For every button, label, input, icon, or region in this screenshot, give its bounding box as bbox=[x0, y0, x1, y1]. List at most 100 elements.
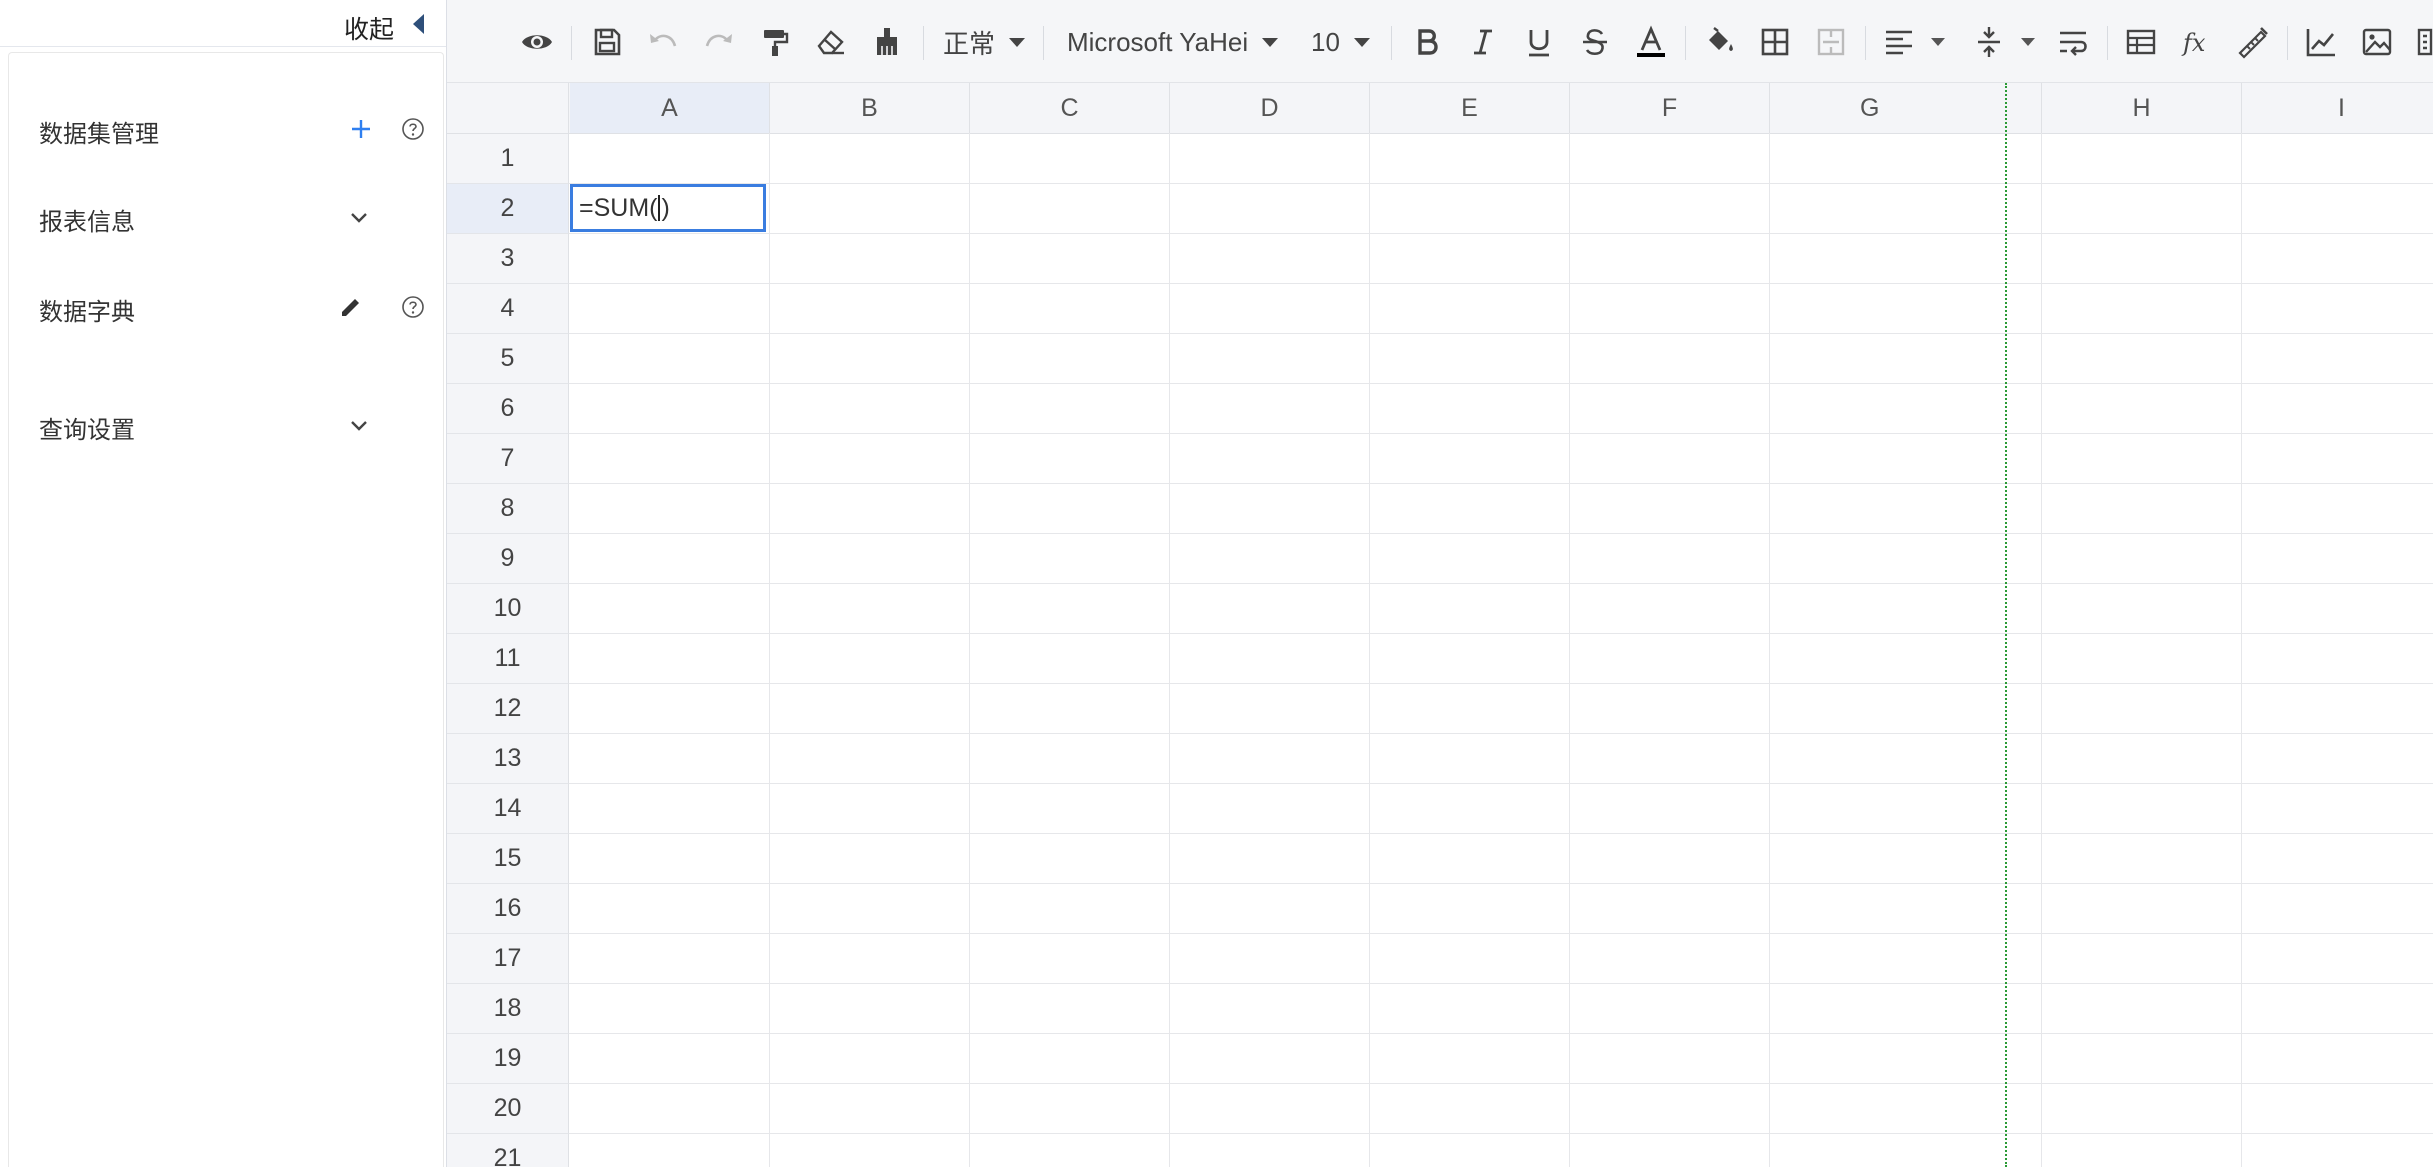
help-icon[interactable] bbox=[399, 293, 427, 321]
chevron-down-icon[interactable] bbox=[345, 411, 373, 439]
bold-button[interactable] bbox=[1405, 20, 1449, 64]
design-tool-button[interactable] bbox=[2231, 20, 2275, 64]
font-color-button[interactable] bbox=[1629, 20, 1673, 64]
row-header-12[interactable]: 12 bbox=[447, 684, 569, 734]
collapse-bar[interactable]: 收起 bbox=[0, 0, 446, 47]
plus-icon[interactable] bbox=[347, 115, 375, 143]
column-gridline bbox=[1769, 133, 1770, 1167]
row-gridline bbox=[569, 933, 2433, 934]
barcode-button[interactable] bbox=[2411, 20, 2433, 64]
sidebar-item-query-settings[interactable]: 查询设置 bbox=[9, 395, 443, 455]
sidebar-item-dataset-management[interactable]: 数据集管理 bbox=[9, 99, 443, 159]
insert-image-button[interactable] bbox=[2355, 20, 2399, 64]
toolbar-separator bbox=[2107, 26, 2108, 60]
column-header-i[interactable]: I bbox=[2242, 83, 2433, 133]
chevron-down-icon[interactable] bbox=[345, 203, 373, 231]
caret-left-icon[interactable] bbox=[410, 12, 426, 36]
merge-cells-icon bbox=[1817, 28, 1845, 56]
caret-down-icon[interactable] bbox=[1931, 38, 1945, 46]
column-header-f[interactable]: F bbox=[1570, 83, 1770, 133]
number-format-select[interactable]: 正常 bbox=[943, 22, 1026, 62]
row-header-19[interactable]: 19 bbox=[447, 1034, 569, 1084]
row-gridline bbox=[569, 1033, 2433, 1034]
column-header-a[interactable]: A bbox=[570, 83, 770, 133]
sidebar-item-report-info[interactable]: 报表信息 bbox=[9, 187, 443, 247]
column-header-e[interactable]: E bbox=[1370, 83, 1570, 133]
row-header-16[interactable]: 16 bbox=[447, 884, 569, 934]
column-gridline bbox=[2041, 133, 2042, 1167]
row-header-20[interactable]: 20 bbox=[447, 1084, 569, 1134]
sidebar-item-data-dictionary[interactable]: 数据字典 bbox=[9, 277, 443, 337]
left-panel: 收起 数据集管理 报表信息 数据字典 查询设置 bbox=[0, 0, 446, 1167]
clear-button[interactable] bbox=[809, 20, 853, 64]
column-header-h[interactable]: H bbox=[2042, 83, 2242, 133]
save-button[interactable] bbox=[585, 20, 629, 64]
font-family-value: Microsoft YaHei bbox=[1067, 26, 1249, 57]
row-header-14[interactable]: 14 bbox=[447, 784, 569, 834]
collapse-label[interactable]: 收起 bbox=[344, 10, 394, 46]
function-button[interactable]: fx bbox=[2175, 20, 2219, 64]
active-cell-editor[interactable]: =SUM() bbox=[570, 184, 766, 232]
brush-icon bbox=[877, 28, 897, 55]
redo-button[interactable] bbox=[697, 20, 741, 64]
row-header-4[interactable]: 4 bbox=[447, 284, 569, 334]
sheet-grid[interactable]: ABCDEFGHI 1 2 3 4 5 6 7 8 9 10 11 12 13 14 15 16 17 18 19 2… bbox=[447, 83, 2433, 1167]
align-middle-icon bbox=[1978, 27, 2000, 57]
italic-button[interactable] bbox=[1461, 20, 1505, 64]
row-header-11[interactable]: 11 bbox=[447, 634, 569, 684]
caret-down-icon[interactable] bbox=[2021, 38, 2035, 46]
wrap-text-button[interactable] bbox=[2051, 20, 2095, 64]
row-header-6[interactable]: 6 bbox=[447, 384, 569, 434]
insert-chart-button[interactable] bbox=[2299, 20, 2343, 64]
toolbar-separator bbox=[2287, 26, 2288, 60]
caret-down-icon bbox=[1009, 37, 1026, 47]
merge-cells-button[interactable] bbox=[1809, 20, 1853, 64]
row-header-21[interactable]: 21 bbox=[447, 1134, 569, 1167]
row-header-1[interactable]: 1 bbox=[447, 134, 569, 184]
row-gridline bbox=[569, 883, 2433, 884]
insert-table-button[interactable] bbox=[2119, 20, 2163, 64]
row-gridline bbox=[569, 333, 2433, 334]
row-header-3[interactable]: 3 bbox=[447, 234, 569, 284]
horizontal-align-button[interactable] bbox=[1877, 20, 1921, 64]
font-size-select[interactable]: 10 bbox=[1311, 22, 1370, 62]
caret-down-icon bbox=[1262, 37, 1279, 47]
pencil-icon[interactable] bbox=[337, 293, 365, 321]
row-header-15[interactable]: 15 bbox=[447, 834, 569, 884]
border-button[interactable] bbox=[1753, 20, 1797, 64]
spreadsheet-area: 正常 Microsoft YaHei 10 fx A B C D E F G H… bbox=[446, 0, 2433, 1167]
column-header-d[interactable]: D bbox=[1170, 83, 1370, 133]
select-all-corner[interactable] bbox=[447, 83, 569, 133]
function-icon: fx bbox=[2181, 29, 2206, 57]
row-header-17[interactable]: 17 bbox=[447, 934, 569, 984]
row-gridline bbox=[569, 733, 2433, 734]
fill-color-button[interactable] bbox=[1697, 20, 1741, 64]
undo-button[interactable] bbox=[641, 20, 685, 64]
toolbar-separator bbox=[1685, 26, 1686, 60]
panel-body: 数据集管理 报表信息 数据字典 查询设置 bbox=[8, 52, 444, 1167]
row-gridline bbox=[569, 1133, 2433, 1134]
row-header-5[interactable]: 5 bbox=[447, 334, 569, 384]
column-header-g[interactable]: G bbox=[1770, 83, 2042, 133]
clear-format-button[interactable] bbox=[865, 20, 909, 64]
strikethrough-button[interactable] bbox=[1573, 20, 1617, 64]
row-gridline bbox=[569, 433, 2433, 434]
row-header-8[interactable]: 8 bbox=[447, 484, 569, 534]
preview-button[interactable] bbox=[515, 20, 559, 64]
font-family-select[interactable]: Microsoft YaHei bbox=[1067, 22, 1279, 62]
help-icon[interactable] bbox=[399, 115, 427, 143]
row-header-9[interactable]: 9 bbox=[447, 534, 569, 584]
row-header-10[interactable]: 10 bbox=[447, 584, 569, 634]
row-header-18[interactable]: 18 bbox=[447, 984, 569, 1034]
eraser-icon bbox=[817, 30, 844, 55]
vertical-align-button[interactable] bbox=[1967, 20, 2011, 64]
line-chart-icon bbox=[2306, 29, 2335, 57]
save-icon bbox=[594, 28, 621, 56]
row-header-2[interactable]: 2 bbox=[447, 184, 569, 234]
row-header-13[interactable]: 13 bbox=[447, 734, 569, 784]
row-header-7[interactable]: 7 bbox=[447, 434, 569, 484]
format-painter-button[interactable] bbox=[753, 20, 797, 64]
column-header-b[interactable]: B bbox=[770, 83, 970, 133]
column-header-c[interactable]: C bbox=[970, 83, 1170, 133]
underline-button[interactable] bbox=[1517, 20, 1561, 64]
